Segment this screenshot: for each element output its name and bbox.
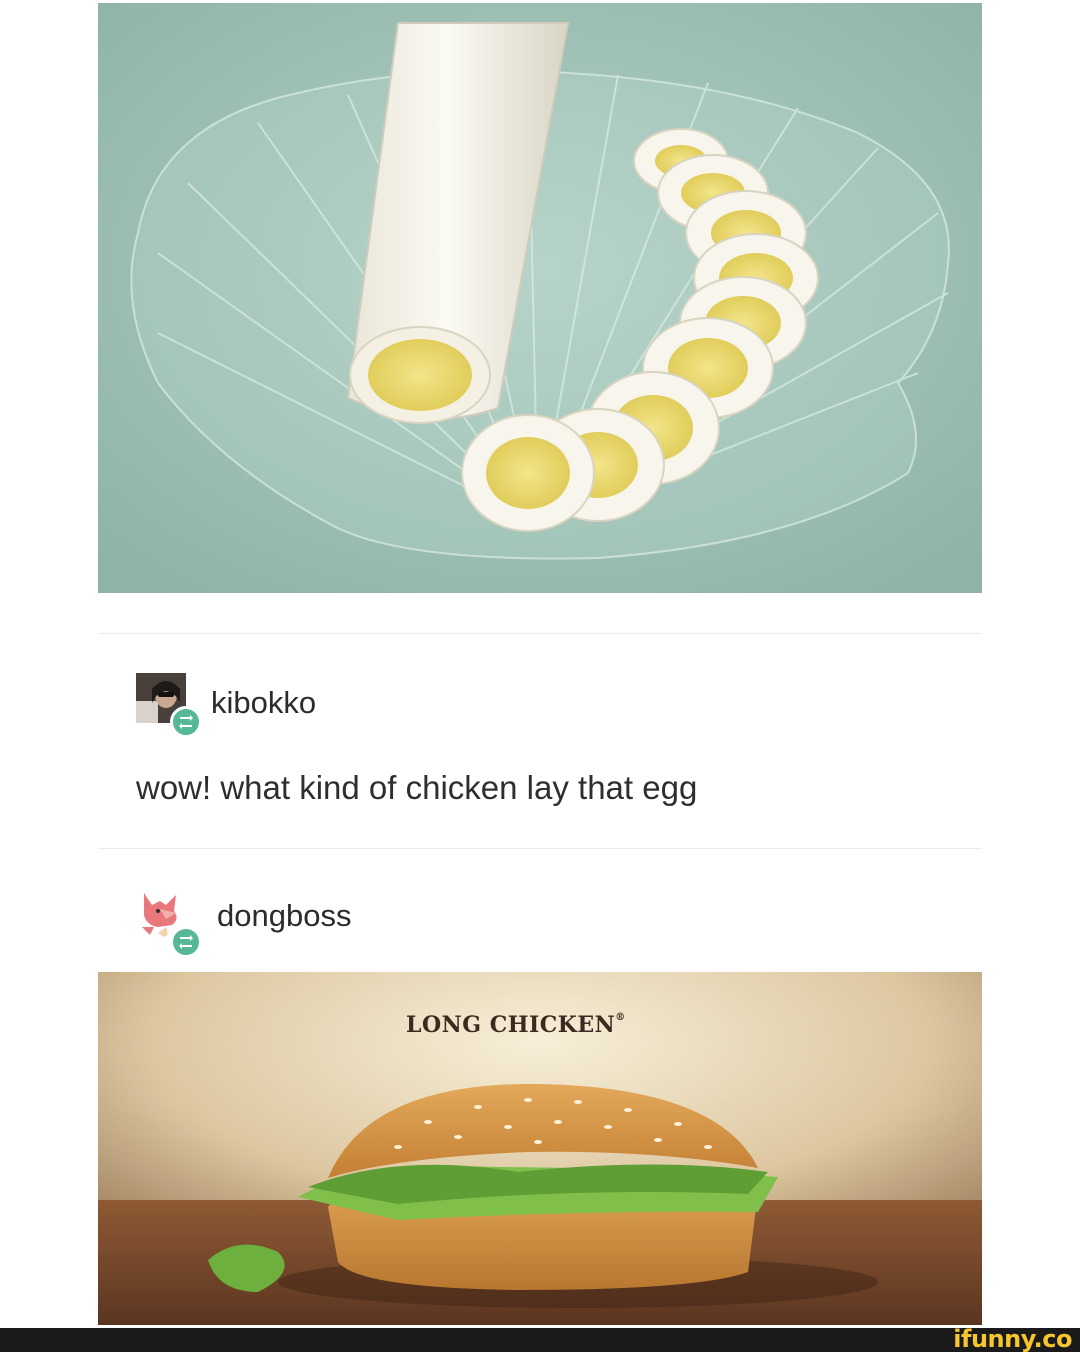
post-text: wow! what kind of chicken lay that egg (136, 769, 698, 806)
egg-photo-illustration (98, 3, 982, 593)
username-dongboss[interactable]: dongboss (217, 900, 351, 931)
egg-photo (98, 3, 982, 593)
ifunny-watermark: ifunny.co (953, 1325, 1072, 1353)
long-chicken-title: LONG CHICKEN® (406, 1012, 626, 1038)
username-kibokko[interactable]: kibokko (211, 687, 316, 718)
post-divider (98, 633, 982, 634)
post-divider (98, 848, 982, 849)
reblog-icon (170, 706, 202, 738)
footer-bar (0, 1328, 1080, 1352)
reblog-icon (170, 926, 202, 958)
